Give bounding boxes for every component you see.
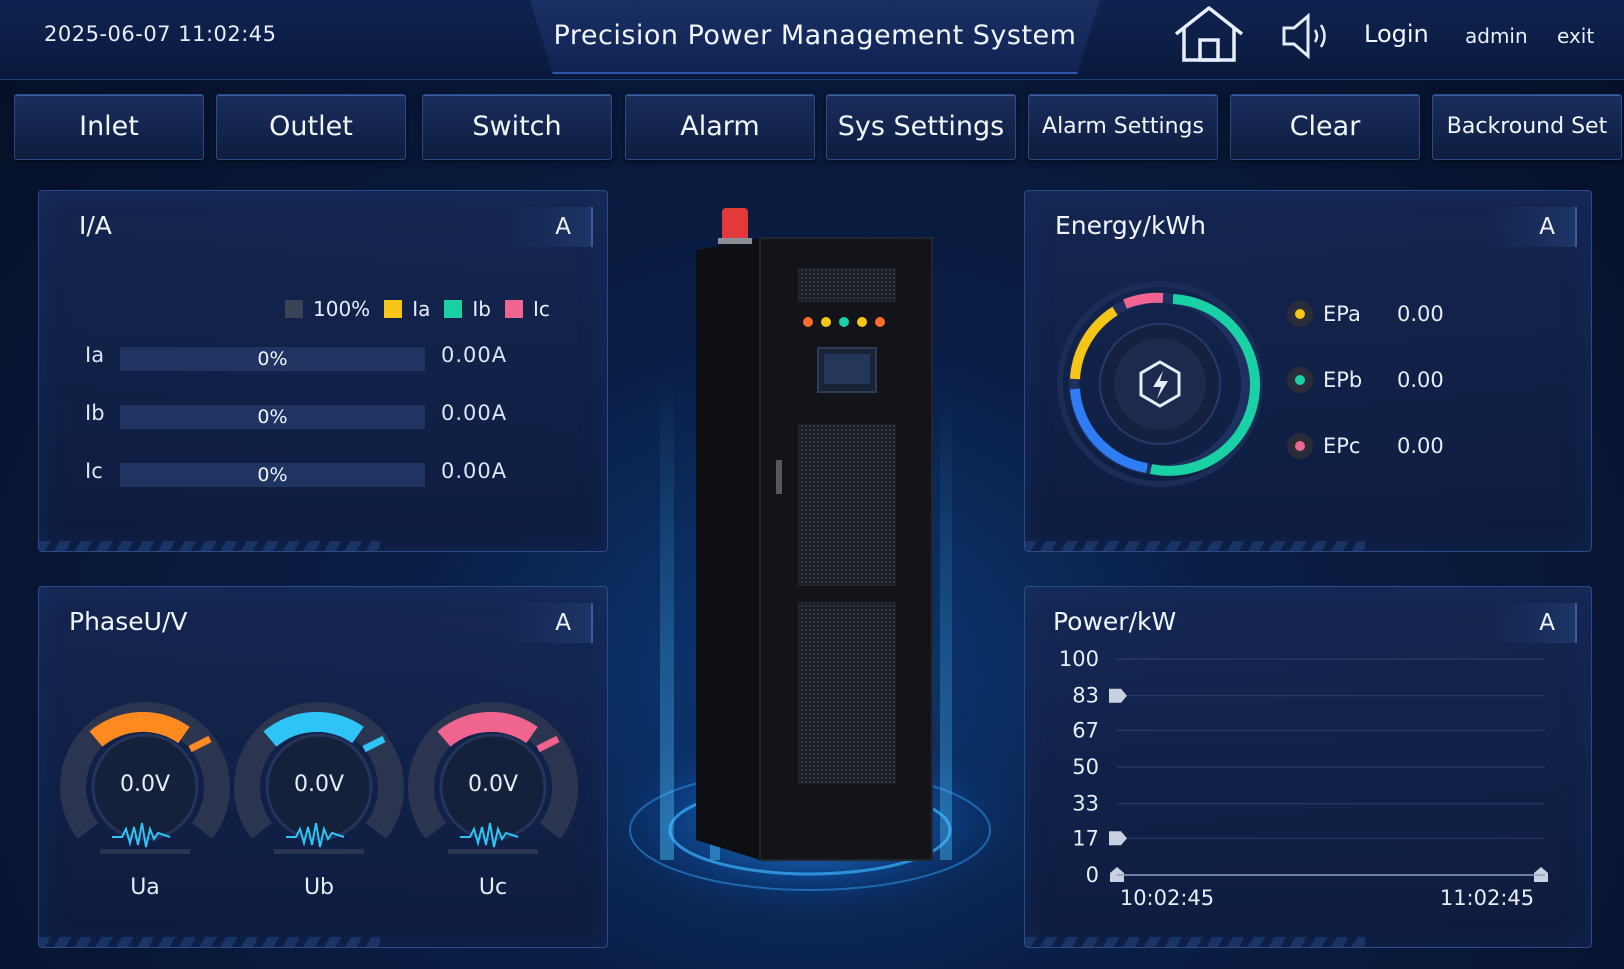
power-panel: Power/kW A 100 83 67 50 33 17 0 10:02:45 11:02:4… — [1024, 586, 1592, 948]
current-panel: I/A A 100% Ia Ib Ic Ia 0% 0.00A Ib 0% 0.… — [38, 190, 608, 552]
nav-switch-button[interactable]: Switch — [422, 94, 612, 160]
title-plate: Precision Power Management System — [530, 0, 1100, 74]
nav-alarm-button[interactable]: Alarm — [625, 94, 815, 160]
row-label: Ic — [85, 459, 103, 483]
energy-dot — [1287, 433, 1313, 459]
speaker-icon[interactable] — [1278, 8, 1334, 64]
panel-decoration — [39, 937, 380, 947]
bar-percent: 0% — [257, 464, 288, 486]
energy-dot — [1287, 367, 1313, 393]
page-title: Precision Power Management System — [553, 20, 1077, 51]
legend-item-ib: Ib — [444, 297, 491, 321]
energy-item-epa: EPa 0.00 — [1287, 297, 1444, 331]
voltage-panel-tag: A — [503, 603, 593, 643]
axis-marker[interactable] — [1109, 688, 1127, 703]
legend-swatch — [285, 300, 303, 318]
legend-swatch — [504, 300, 523, 318]
x-tick-label: 10:02:45 — [1120, 886, 1214, 910]
home-icon[interactable] — [1170, 4, 1248, 66]
row-value: 0.00A — [441, 459, 508, 483]
nav-outlet-button[interactable]: Outlet — [216, 94, 406, 160]
datetime-display: 2025-06-07 11:02:45 — [44, 22, 277, 46]
energy-value: 0.00 — [1397, 434, 1444, 458]
energy-label: EPc — [1323, 434, 1361, 458]
bar-percent: 0% — [257, 406, 288, 428]
gauge-label: Ua — [130, 875, 160, 900]
row-value: 0.00A — [441, 343, 508, 367]
gauge-value: 0.0V — [467, 772, 519, 797]
axis-marker[interactable] — [1109, 831, 1127, 846]
gauge-uc: 0.0V Uc — [408, 699, 578, 900]
legend-item-ic: Ic — [504, 297, 550, 321]
current-panel-tag: A — [503, 207, 593, 247]
y-tick-label: 17 — [1072, 826, 1099, 850]
nav-sys-settings-button[interactable]: Sys Settings — [826, 94, 1016, 160]
y-tick-label: 0 — [1086, 863, 1099, 887]
current-bar: 0% — [120, 405, 425, 429]
gauge-label: Uc — [478, 875, 508, 900]
login-button[interactable]: Login — [1364, 20, 1429, 48]
power-panel-title: Power/kW — [1053, 607, 1177, 636]
nav-background-set-button[interactable]: Backround Set — [1432, 94, 1622, 160]
row-label: Ia — [85, 343, 105, 367]
y-tick-label: 50 — [1072, 755, 1099, 779]
energy-value: 0.00 — [1397, 368, 1444, 392]
row-label: Ib — [85, 401, 105, 425]
energy-item-epb: EPb 0.00 — [1287, 363, 1444, 397]
energy-item-epc: EPc 0.00 — [1287, 429, 1444, 463]
panel-decoration — [39, 541, 380, 551]
legend-swatch — [384, 300, 403, 318]
panel-decoration — [1025, 937, 1365, 947]
gauge-value: 0.0V — [293, 772, 345, 797]
current-bar: 0% — [120, 463, 425, 487]
voltage-panel-title: PhaseU/V — [69, 607, 188, 636]
row-value: 0.00A — [441, 401, 508, 425]
current-bar: 0% — [120, 347, 425, 371]
nav-alarm-settings-button[interactable]: Alarm Settings — [1028, 94, 1218, 160]
energy-value: 0.00 — [1397, 302, 1444, 326]
x-tick-label: 11:02:45 — [1440, 886, 1534, 910]
energy-panel-title: Energy/kWh — [1055, 211, 1206, 240]
bar-percent: 0% — [257, 348, 288, 370]
power-line-chart: 100 83 67 50 33 17 0 10:02:45 11:02:45 — [1059, 647, 1548, 910]
legend-label: Ib — [472, 297, 491, 321]
gauge-label: Ub — [303, 875, 335, 900]
energy-label: EPa — [1323, 302, 1361, 326]
current-panel-title: I/A — [79, 211, 112, 240]
y-tick-label: 67 — [1072, 718, 1099, 742]
energy-ring-chart — [1057, 281, 1263, 487]
current-legend: 100% Ia Ib Ic — [285, 297, 550, 321]
legend-item-ia: Ia — [384, 297, 430, 321]
y-tick-label: 33 — [1072, 792, 1099, 816]
gauge-ub: 0.0V Ub — [234, 699, 404, 900]
legend-label: Ic — [532, 297, 550, 321]
header-bar: 2025-06-07 11:02:45 Precision Power Mana… — [0, 0, 1624, 80]
gauge-value: 0.0V — [119, 772, 171, 797]
cabinet-illustration — [590, 180, 1030, 940]
legend-label: Ia — [412, 297, 431, 321]
energy-panel-tag: A — [1487, 207, 1577, 247]
user-name: admin — [1465, 24, 1528, 48]
panel-decoration — [1025, 541, 1365, 551]
exit-button[interactable]: exit — [1557, 24, 1594, 48]
legend-item-100: 100% — [285, 297, 370, 321]
nav-inlet-button[interactable]: Inlet — [14, 94, 204, 160]
energy-panel: Energy/kWh A EPa 0.00 EPb 0.00 EPc 0.00 — [1024, 190, 1592, 552]
gauge-ua: 0.0V Ua — [60, 699, 230, 900]
voltage-panel: PhaseU/V A 0.0V Ua 0.0V Ub 0.0V Uc — [38, 586, 608, 948]
energy-label: EPb — [1323, 368, 1363, 392]
nav-clear-button[interactable]: Clear — [1230, 94, 1420, 160]
y-tick-label: 83 — [1072, 684, 1099, 708]
energy-dot — [1287, 301, 1313, 327]
y-tick-label: 100 — [1059, 647, 1099, 671]
legend-swatch — [444, 300, 463, 318]
legend-label: 100% — [313, 297, 371, 321]
